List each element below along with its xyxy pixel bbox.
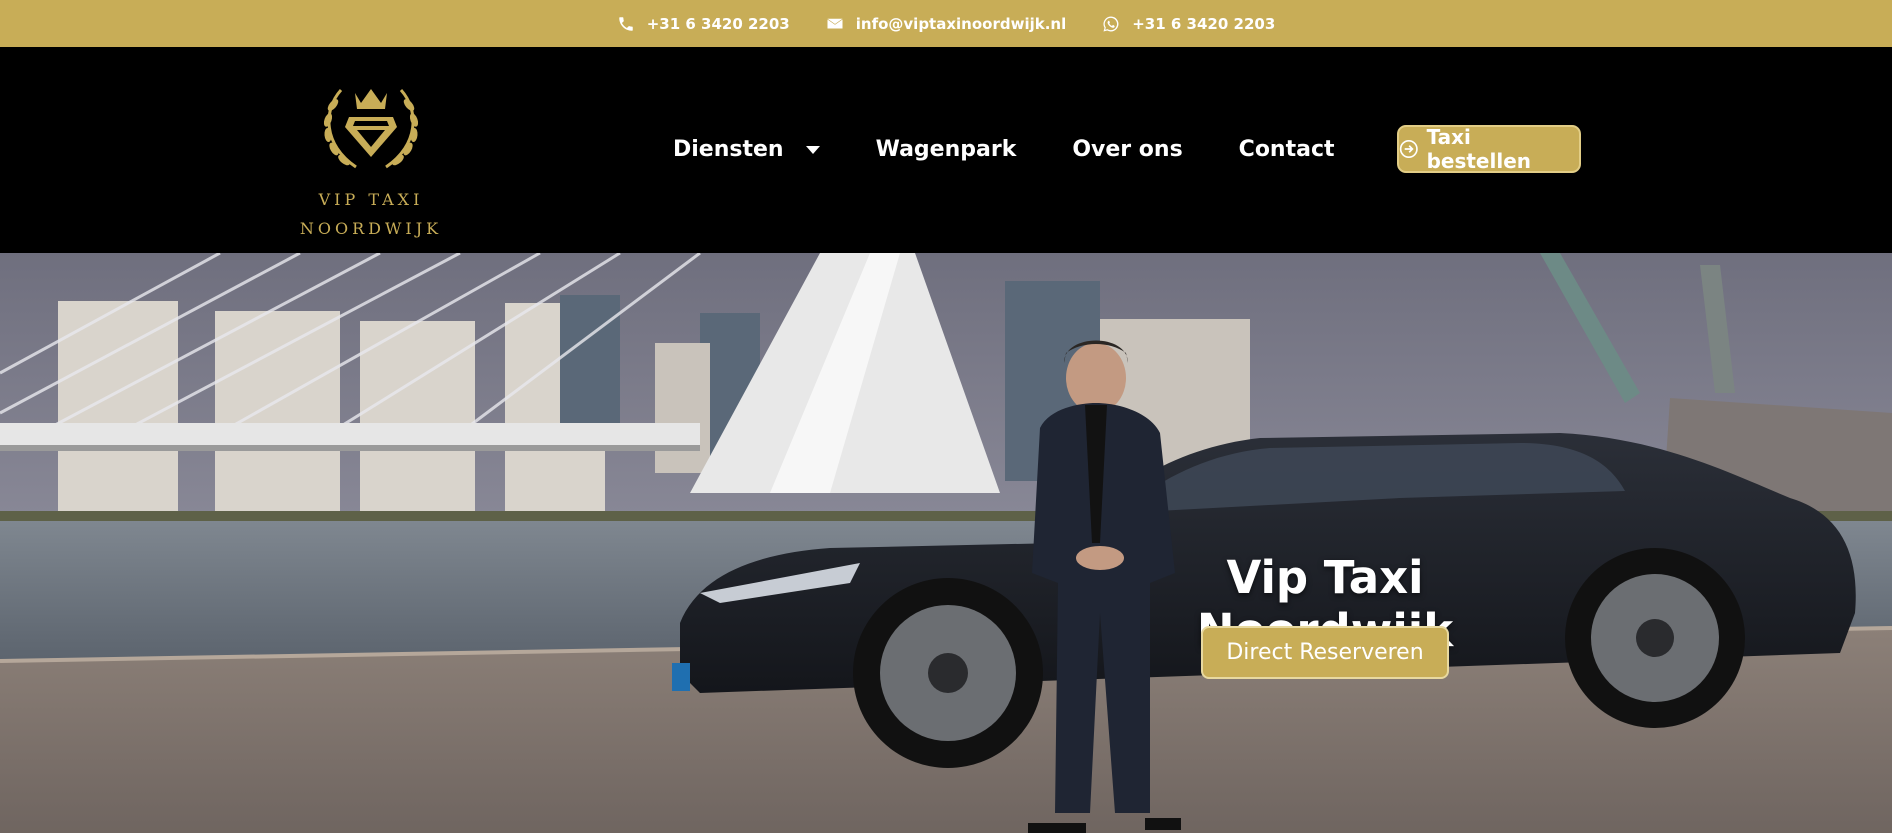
nav-item-diensten[interactable]: Diensten: [673, 137, 820, 162]
nav-item-contact[interactable]: Contact: [1239, 137, 1335, 162]
phone-icon: [618, 16, 633, 31]
laurel-crown-diamond-icon: [323, 88, 419, 169]
main-nav: Diensten Wagenpark Over ons Contact: [673, 137, 1335, 162]
taxi-bestellen-label: Taxi bestellen: [1426, 125, 1532, 173]
nav-item-wagenpark[interactable]: Wagenpark: [876, 137, 1017, 162]
whatsapp-number[interactable]: +31 6 3420 2203: [1132, 15, 1275, 33]
email-address[interactable]: info@viptaxinoordwijk.nl: [856, 15, 1066, 33]
logo[interactable]: VIP TAXI NOORDWIJK: [296, 65, 446, 243]
nav-item-label: Contact: [1238, 137, 1335, 162]
taxi-bestellen-button[interactable]: Taxi bestellen: [1397, 125, 1581, 173]
hero-section: Vip Taxi Noordwijk Direct Reserveren: [0, 253, 1892, 833]
direct-reserveren-button[interactable]: Direct Reserveren: [1201, 626, 1449, 679]
logo-line-2: NOORDWIJK: [299, 219, 443, 238]
whatsapp-contact[interactable]: +31 6 3420 2203: [1102, 15, 1275, 33]
nav-item-over-ons[interactable]: Over ons: [1072, 137, 1182, 162]
chevron-down-icon: [805, 145, 820, 154]
site-header: VIP TAXI NOORDWIJK Diensten Wagenpark Ov…: [0, 47, 1892, 253]
phone-contact[interactable]: +31 6 3420 2203: [617, 15, 790, 33]
logo-line-1: VIP TAXI: [318, 190, 424, 209]
top-contact-bar: +31 6 3420 2203 info@viptaxinoordwijk.nl…: [0, 0, 1892, 47]
arrow-circle-right-icon: [1399, 140, 1418, 158]
nav-item-label: Over ons: [1072, 137, 1183, 162]
nav-item-label: Diensten: [673, 137, 784, 162]
hero-background-image: [0, 253, 1892, 833]
whatsapp-icon: [1103, 16, 1119, 31]
nav-item-label: Wagenpark: [875, 137, 1017, 162]
envelope-icon: [827, 18, 843, 28]
phone-number[interactable]: +31 6 3420 2203: [647, 15, 790, 33]
email-contact[interactable]: info@viptaxinoordwijk.nl: [826, 15, 1066, 33]
